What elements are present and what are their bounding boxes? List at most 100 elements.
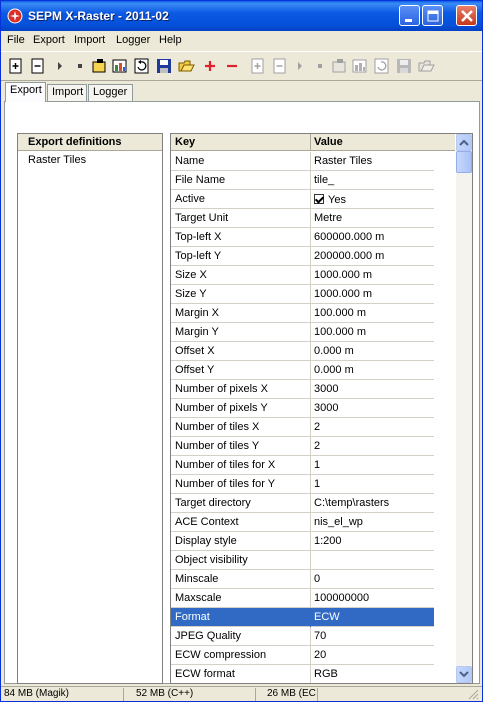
table-row[interactable]: JPEG Quality 70 — [171, 627, 434, 646]
property-key: Size Y — [171, 285, 311, 304]
remove-icon[interactable] — [223, 57, 241, 75]
table-row[interactable]: Name Raster Tiles — [171, 152, 434, 171]
table-row[interactable]: Active Yes — [171, 190, 434, 209]
property-value[interactable]: 20 — [311, 646, 434, 665]
add-page-icon[interactable] — [7, 57, 25, 75]
property-value[interactable]: 0.000 m — [311, 361, 434, 380]
property-key: Format — [171, 608, 311, 627]
property-value[interactable]: 1000.000 m — [311, 266, 434, 285]
table-row[interactable]: Margin Y 100.000 m — [171, 323, 434, 342]
property-value[interactable]: C:\temp\rasters — [311, 494, 434, 513]
export-icon[interactable] — [111, 57, 129, 75]
property-value[interactable]: 100.000 m — [311, 323, 434, 342]
table-row[interactable]: Minscale 0 — [171, 570, 434, 589]
property-value[interactable]: 70 — [311, 627, 434, 646]
table-row[interactable]: Number of tiles for X1 — [171, 456, 434, 475]
property-value[interactable]: 3000 — [311, 380, 434, 399]
key-column-header[interactable]: Key — [175, 136, 195, 148]
open-folder-icon[interactable] — [177, 57, 195, 75]
property-value[interactable]: Yes — [311, 190, 434, 209]
property-value[interactable]: Metre — [311, 209, 434, 228]
title-bar[interactable]: SEPM X-Raster - 2011-02 — [1, 1, 482, 31]
property-value[interactable]: 1 — [311, 456, 434, 475]
table-row[interactable]: Number of pixels X 3000 — [171, 380, 434, 399]
property-key: Number of tiles for X — [171, 456, 311, 475]
play-icon — [298, 62, 302, 70]
property-value[interactable]: ECW — [311, 608, 434, 627]
refresh-icon[interactable] — [133, 57, 151, 75]
minimize-icon — [405, 19, 412, 22]
table-row[interactable]: File Name tile_ — [171, 171, 434, 190]
maximize-button[interactable] — [422, 5, 443, 26]
menu-help[interactable]: Help — [159, 34, 182, 46]
minimize-button[interactable] — [399, 5, 420, 26]
property-value[interactable]: Raster Tiles — [311, 152, 434, 171]
checkbox-checked[interactable] — [314, 194, 324, 204]
tab-export[interactable]: Export — [5, 82, 46, 102]
menu-export[interactable]: Export — [33, 34, 65, 46]
property-key: ECW compression — [171, 646, 311, 665]
property-value[interactable]: 3000 — [311, 399, 434, 418]
table-row[interactable]: Margin X 100.000 m — [171, 304, 434, 323]
column-divider[interactable] — [310, 134, 311, 151]
table-row[interactable]: Format ECW — [171, 608, 434, 627]
tab-logger[interactable]: Logger — [88, 84, 133, 101]
table-row[interactable]: Number of tiles X2 — [171, 418, 434, 437]
property-value[interactable]: 1:200 — [311, 532, 434, 551]
property-key: Margin Y — [171, 323, 311, 342]
resize-grip-icon[interactable] — [467, 688, 479, 700]
scroll-down-button[interactable] — [456, 666, 472, 683]
table-row[interactable]: Size X 1000.000 m — [171, 266, 434, 285]
property-value[interactable]: 2 — [311, 437, 434, 456]
table-row[interactable]: Maxscale 100000000 — [171, 589, 434, 608]
table-row[interactable]: Top-left Y 200000.000 m — [171, 247, 434, 266]
scroll-thumb[interactable] — [456, 151, 472, 173]
table-row[interactable]: ECW compression 20 — [171, 646, 434, 665]
property-value[interactable]: 100.000 m — [311, 304, 434, 323]
new-folder-icon[interactable] — [91, 57, 109, 75]
table-row[interactable]: Number of tiles Y2 — [171, 437, 434, 456]
table-row[interactable]: Number of tiles for Y1 — [171, 475, 434, 494]
table-row[interactable]: Offset Y 0.000 m — [171, 361, 434, 380]
property-value[interactable] — [311, 551, 434, 570]
table-row[interactable]: ACE Context nis_el_wp — [171, 513, 434, 532]
property-value[interactable]: 2 — [311, 418, 434, 437]
property-value-text: 3000 — [314, 383, 339, 395]
table-row[interactable]: Target directory C:\temp\rasters — [171, 494, 434, 513]
menu-logger[interactable]: Logger — [116, 34, 150, 46]
save-icon[interactable] — [155, 57, 173, 75]
tab-import[interactable]: Import — [47, 84, 87, 101]
list-item[interactable]: Raster Tiles — [28, 154, 86, 166]
menu-import[interactable]: Import — [74, 34, 105, 46]
property-value[interactable]: 1000.000 m — [311, 285, 434, 304]
table-row[interactable]: Size Y 1000.000 m — [171, 285, 434, 304]
property-value[interactable]: nis_el_wp — [311, 513, 434, 532]
property-value[interactable]: 0 — [311, 570, 434, 589]
stop-icon[interactable] — [71, 57, 89, 75]
add-page-icon — [251, 58, 264, 74]
scroll-up-button[interactable] — [456, 134, 472, 151]
property-value[interactable]: 600000.000 m — [311, 228, 434, 247]
property-value[interactable]: 0.000 m — [311, 342, 434, 361]
table-row[interactable]: Offset X 0.000 m — [171, 342, 434, 361]
property-value[interactable]: RGB — [311, 665, 434, 683]
play-icon[interactable] — [51, 57, 69, 75]
remove-page-icon[interactable] — [29, 57, 47, 75]
add-icon[interactable] — [201, 57, 219, 75]
property-value[interactable]: 1 — [311, 475, 434, 494]
property-value[interactable]: 100000000 — [311, 589, 434, 608]
close-button[interactable] — [456, 5, 477, 26]
property-value[interactable]: tile_ — [311, 171, 434, 190]
vertical-scrollbar[interactable] — [456, 134, 472, 683]
save-icon — [397, 59, 411, 73]
table-row[interactable]: Top-left X 600000.000 m — [171, 228, 434, 247]
table-row[interactable]: ECW format RGB — [171, 665, 434, 683]
value-column-header[interactable]: Value — [314, 136, 343, 148]
menu-file[interactable]: File — [7, 34, 25, 46]
table-row[interactable]: Object visibility — [171, 551, 434, 570]
table-row[interactable]: Display style 1:200 — [171, 532, 434, 551]
property-value[interactable]: 200000.000 m — [311, 247, 434, 266]
table-row[interactable]: Target Unit Metre — [171, 209, 434, 228]
table-row[interactable]: Number of pixels Y 3000 — [171, 399, 434, 418]
property-key: Maxscale — [171, 589, 311, 608]
